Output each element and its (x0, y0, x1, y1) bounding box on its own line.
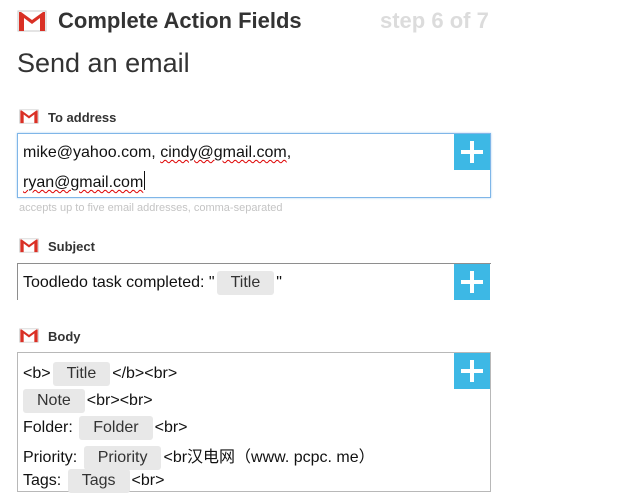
gmail-icon (19, 109, 39, 124)
gmail-icon (19, 328, 39, 343)
field-token[interactable]: Note (23, 389, 85, 413)
step-indicator: step 6 of 7 (380, 8, 489, 33)
to-address-hint: accepts up to five email addresses, comm… (19, 202, 283, 214)
insert-field-button[interactable] (454, 134, 490, 170)
plus-icon (461, 271, 483, 293)
page-title: Complete Action Fields (58, 8, 302, 33)
body-line: Folder: Folder <br> (23, 416, 188, 440)
field-token[interactable]: Title (216, 271, 275, 295)
text-caret (144, 171, 146, 190)
body-line: Tags: Tags <br> (23, 469, 164, 493)
body-line: Priority: Priority <br汉电网（www. pcpc. me） (23, 443, 375, 470)
gmail-icon (19, 238, 39, 253)
insert-field-button[interactable] (454, 264, 490, 300)
gmail-icon (17, 10, 47, 32)
field-token[interactable]: Priority (83, 446, 162, 470)
subject-text: Toodledo task completed: " Title " (23, 271, 282, 295)
to-address-field[interactable]: mike@yahoo.com, cindy@gmail.com, ryan@gm… (17, 133, 491, 198)
watermark-text: 汉电网（www. pcpc. me） (187, 449, 375, 466)
plus-icon (461, 141, 483, 163)
to-address-email: ryan@gmail.com (23, 174, 144, 191)
body-label: Body (48, 329, 81, 344)
to-address-email: mike@yahoo.com (23, 144, 152, 161)
subject-field[interactable]: Toodledo task completed: " Title " (17, 263, 491, 300)
to-address-line-2: ryan@gmail.com (23, 171, 146, 192)
body-line: Note <br><br> (23, 389, 153, 413)
field-token[interactable]: Folder (79, 416, 153, 440)
insert-field-button[interactable] (454, 353, 490, 389)
plus-icon (461, 360, 483, 382)
field-token[interactable]: Tags (67, 469, 130, 493)
to-address-line-1: mike@yahoo.com, cindy@gmail.com, (23, 144, 292, 161)
to-address-email: cindy@gmail.com (160, 144, 287, 161)
body-field[interactable]: <b> Title </b><br> Note <br><br> Folder: Fo… (17, 352, 491, 493)
field-token[interactable]: Title (52, 362, 111, 386)
section-heading: Send an email (17, 48, 190, 78)
to-address-label: To address (48, 110, 117, 125)
subject-label: Subject (48, 239, 95, 254)
body-line: <b> Title </b><br> (23, 362, 177, 386)
